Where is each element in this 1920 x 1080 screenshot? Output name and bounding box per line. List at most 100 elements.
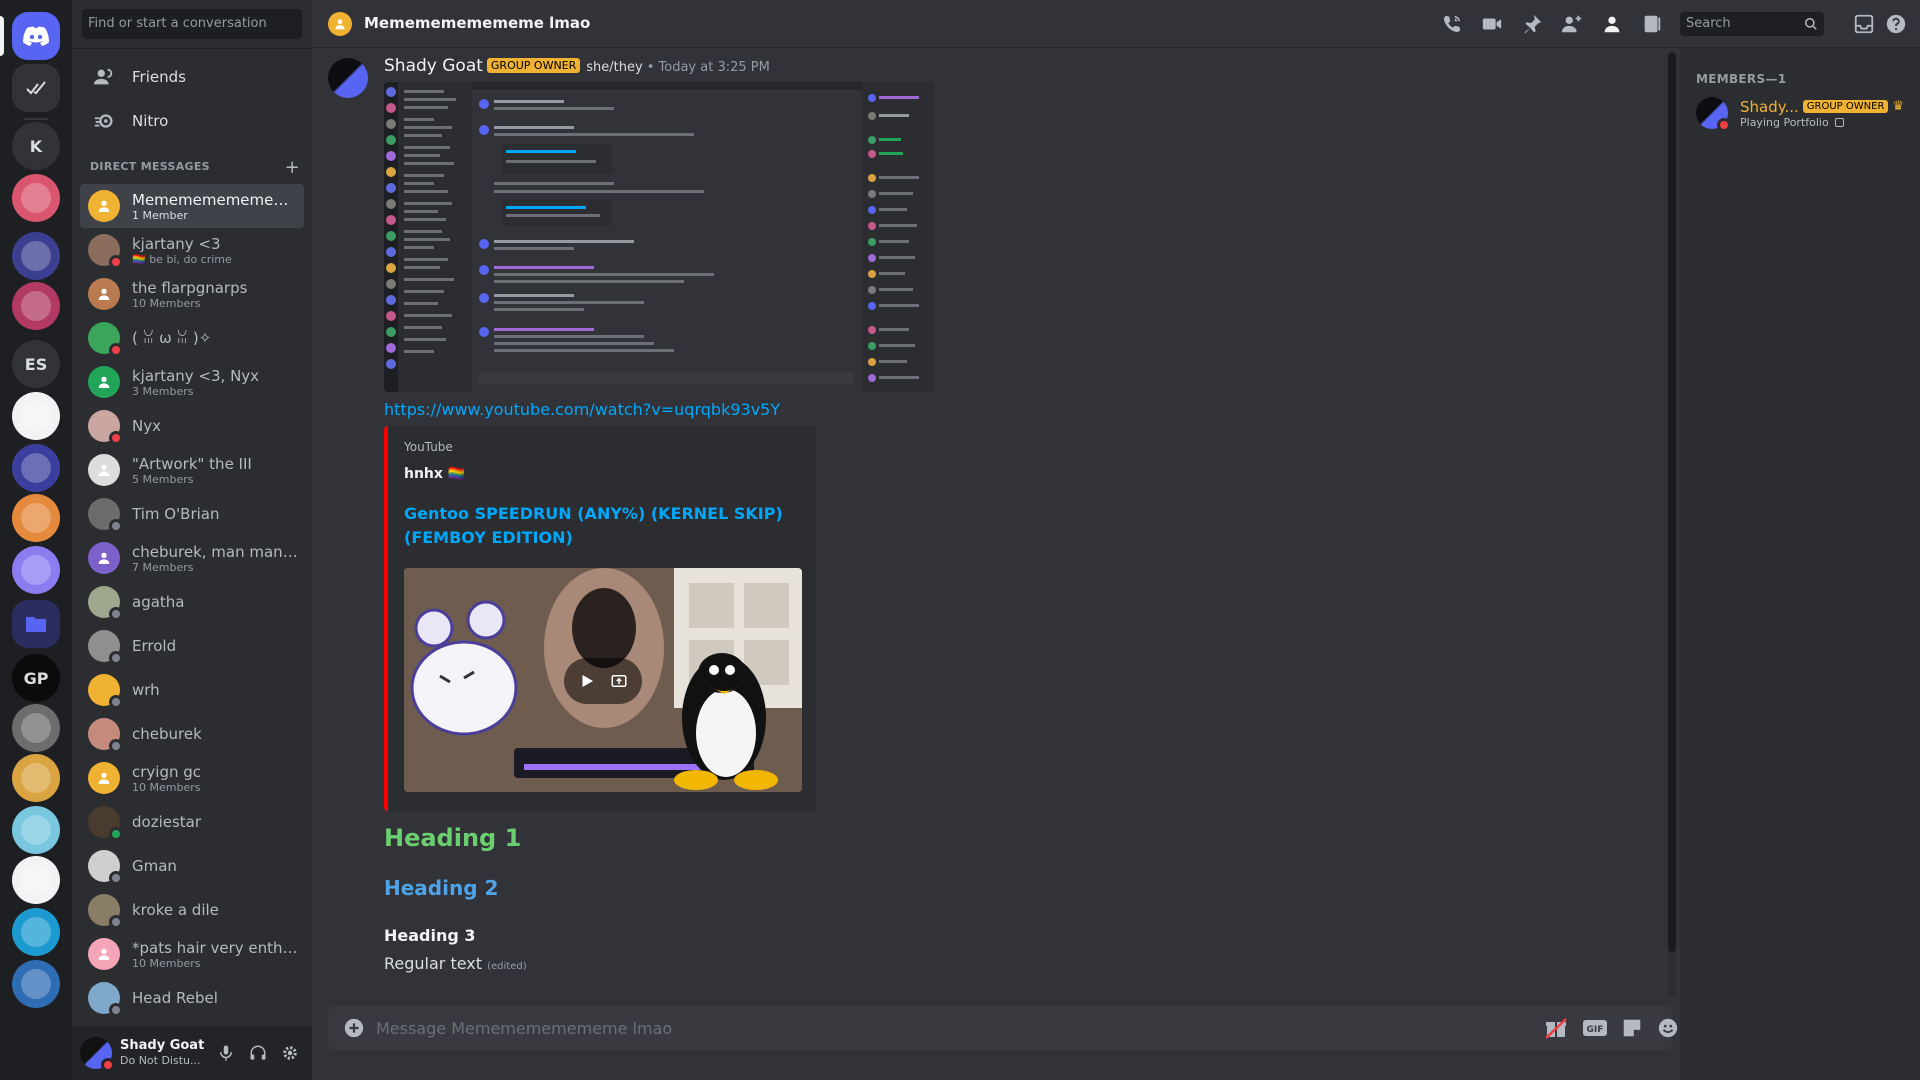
message-author-avatar[interactable] [328,58,368,98]
server-icon[interactable]: ES [12,340,60,388]
server-icon[interactable] [12,908,60,956]
embed-title[interactable]: Gentoo SPEEDRUN (ANY%) (KERNEL SKIP) (FE… [404,502,784,550]
server-icon[interactable] [12,494,60,542]
dm-name: Tim O'Brian [132,505,220,523]
dm-item[interactable]: "Artwork" the III 5 Members [80,448,304,492]
dm-name: cryign gc [132,762,202,781]
message-author[interactable]: Shady Goat [384,56,483,76]
server-icon[interactable] [12,704,60,752]
server-avatar-icon [21,815,51,845]
deafen-button[interactable] [242,1040,274,1066]
play-icon[interactable] [578,672,596,690]
sticker-button[interactable] [1620,1016,1644,1040]
member-list-toggle[interactable] [1600,12,1624,36]
regular-text: Regular text (edited) [384,954,527,973]
dm-item[interactable]: Head Rebel [80,976,304,1020]
server-icon[interactable] [12,856,60,904]
server-icon[interactable] [12,754,60,802]
settings-button[interactable] [274,1040,306,1066]
dm-item[interactable]: agatha [80,580,304,624]
dm-item[interactable]: wrh [80,668,304,712]
server-icon[interactable] [12,806,60,854]
help-button[interactable] [1884,12,1908,36]
chat-scrollbar[interactable] [1668,52,1676,998]
server-icon[interactable] [12,174,60,222]
embed-provider[interactable]: YouTube [404,440,453,454]
dm-item[interactable]: kjartany <3 🏳️‍🌈 be bi, do crime [80,228,304,272]
server-icon[interactable] [12,444,60,492]
video-camera-icon [1482,18,1502,30]
message-input[interactable] [376,1006,1536,1050]
heading-1: Heading 1 [384,824,522,852]
dm-item[interactable]: Errold [80,624,304,668]
add-friends-to-dm-button[interactable] [1560,12,1584,36]
dm-item[interactable]: Nyx [80,404,304,448]
emoji-button[interactable] [1656,1016,1680,1040]
scrollbar-thumb[interactable] [1668,52,1676,952]
user-status: Do Not Distu... [120,1054,200,1067]
user-profile-toggle[interactable] [1640,12,1664,36]
upload-button[interactable] [342,1016,366,1040]
server-icon[interactable]: GP [12,654,60,702]
dm-item[interactable]: the flarpgnarps 10 Members [80,272,304,316]
dm-item[interactable]: cryign gc 10 Members [80,756,304,800]
open-external-icon[interactable] [610,672,628,690]
dm-item[interactable]: cheburek [80,712,304,756]
screenshot-attachment[interactable] [384,82,934,392]
server-icon[interactable] [12,64,60,112]
gift-button[interactable] [1544,1016,1568,1040]
video-call-button[interactable] [1480,12,1504,36]
dm-item[interactable]: doziestar [80,800,304,844]
server-icon[interactable]: K [12,122,60,170]
dm-item[interactable]: Gman [80,844,304,888]
server-avatar-icon [21,453,51,483]
dm-subtext: 1 Member [132,208,188,222]
status-indicator-icon [109,871,123,885]
server-icon[interactable] [12,600,60,648]
voice-call-button[interactable] [1440,12,1464,36]
server-icon[interactable] [12,960,60,1008]
server-avatar-icon [21,763,51,793]
server-icon[interactable] [12,392,60,440]
dm-item[interactable]: Tim O'Brian [80,492,304,536]
dm-item[interactable]: cheburek, man man, E... 7 Members [80,536,304,580]
dm-item[interactable]: ( ꈍ ω ꈍ )✧ [80,316,304,360]
nav-nitro[interactable]: Nitro [80,100,304,142]
server-icon[interactable] [12,232,60,280]
embed-author[interactable]: hnhx 🏳️‍🌈 [404,466,465,482]
dm-subtext: 10 Members [132,956,201,970]
inbox-button[interactable] [1852,12,1876,36]
sticker-icon [1623,1019,1641,1037]
nav-friends[interactable]: Friends [80,56,304,98]
dm-subtext: 10 Members [132,780,201,794]
dm-avatar [88,718,123,753]
youtube-embed: YouTube hnhx 🏳️‍🌈 Gentoo SPEEDRUN (ANY%)… [384,426,816,811]
discord-app: K ES GP Find or start a conversation Frien… [0,0,1920,1080]
server-icon[interactable] [12,282,60,330]
server-avatar-icon [21,917,51,947]
user-avatar[interactable] [80,1037,115,1072]
server-avatar-icon [21,865,51,895]
message-search[interactable]: Search [1680,12,1824,36]
conversation-search[interactable]: Find or start a conversation [82,9,302,39]
mute-button[interactable] [210,1040,242,1066]
dm-item[interactable]: kroke a dile [80,888,304,932]
server-icon[interactable] [12,546,60,594]
pinned-messages-button[interactable] [1520,12,1544,36]
group-dm-icon [98,772,110,784]
dm-item[interactable]: kjartany <3, Nyx 3 Members [80,360,304,404]
create-dm-plus-icon[interactable]: + [285,157,300,178]
youtube-link[interactable]: https://www.youtube.com/watch?v=uqrqbk93… [384,400,780,419]
heading-3: Heading 3 [384,926,476,945]
dm-item[interactable]: *pats hair very enthus... 10 Members [80,932,304,976]
dm-name: Mememememememe... [132,190,298,209]
dnd-status-icon [1717,118,1731,132]
dm-name: wrh [132,681,160,699]
member-item[interactable]: Shady... GROUP OWNER ♛ Playing Portfolio [1688,92,1912,134]
gif-button[interactable]: GIF [1582,1016,1608,1040]
video-thumbnail[interactable] [404,568,802,792]
nav-label: Nitro [132,112,169,130]
server-icon[interactable] [12,12,60,60]
dm-avatar [88,762,120,794]
dm-item[interactable]: Mememememememe... 1 Member [80,184,304,228]
